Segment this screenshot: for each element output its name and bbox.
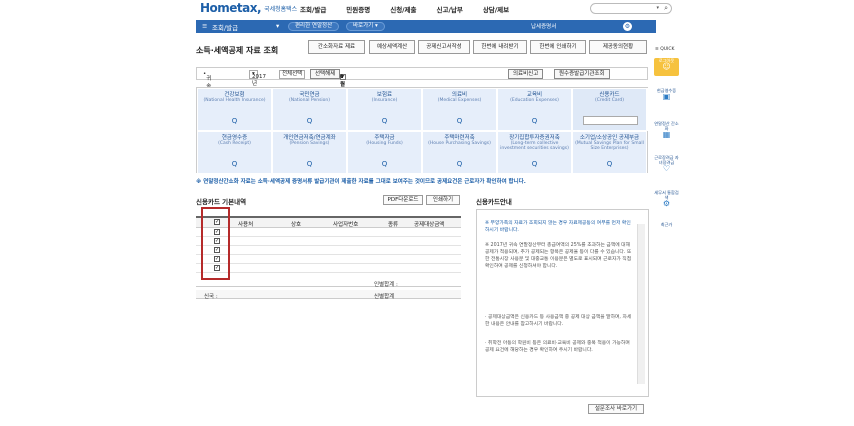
- menu-certificate[interactable]: 민원증명: [336, 4, 380, 14]
- medical-report-button[interactable]: 의료비신고: [508, 69, 544, 79]
- logo-text: Hometax,: [200, 1, 262, 15]
- calculator-icon: ▦: [662, 130, 671, 139]
- person-icon: ☺: [662, 62, 671, 71]
- year-select[interactable]: 2017년 ▾: [249, 70, 266, 87]
- search-icon[interactable]: Q: [198, 160, 271, 168]
- tab-print-all[interactable]: 한번에 인쇄하기: [530, 40, 586, 54]
- search-icon[interactable]: Q: [573, 160, 646, 168]
- menu-filing[interactable]: 신고/납부: [427, 4, 473, 14]
- credit-section-title: 신용카드 기본내역: [196, 198, 247, 206]
- category-health-insurance[interactable]: 건강보험 (National Health Insurance) Q: [197, 88, 272, 131]
- tab-tax-estimate[interactable]: 예상세액계산: [369, 40, 415, 54]
- shortcut-dropdown[interactable]: 바로가기 ▾: [346, 22, 385, 31]
- quick-work-incentive[interactable]: 근로장려금 자녀장려금 ♡: [654, 155, 679, 173]
- chevron-down-icon[interactable]: ▾: [276, 22, 279, 30]
- table-header: ✓ 사용처 상호 사업자번호 종류 공제대상금액: [196, 218, 461, 228]
- quick-year-end[interactable]: 연말정산 간소화 ▦: [654, 121, 679, 139]
- menu-toggle-icon[interactable]: ≡: [202, 22, 207, 30]
- credit-card-input[interactable]: [583, 116, 638, 125]
- deduction-category-grid: 건강보험 (National Health Insurance) Q 국민연금 (Na…: [196, 87, 649, 174]
- tab-simplified-data[interactable]: 간소화자료 제료: [308, 40, 365, 54]
- search-icon[interactable]: Q: [273, 160, 346, 168]
- menu-consult[interactable]: 상담/제보: [473, 4, 519, 14]
- table-row[interactable]: ✓: [196, 237, 461, 246]
- tax-certificate-link[interactable]: 납세증명서: [531, 22, 556, 30]
- category-small-business[interactable]: 소기업/소상공인 공제부금 (Mutual Savings Plan for Sm…: [572, 131, 647, 174]
- guide-scrollbar[interactable]: [637, 224, 645, 384]
- table-row[interactable]: ✓: [196, 255, 461, 264]
- category-house-savings[interactable]: 주택마련저축 (House Purchasing Savings) Q: [422, 131, 497, 174]
- deselect-button[interactable]: 선택해제: [310, 69, 341, 79]
- table-row[interactable]: ✓: [196, 228, 461, 237]
- search-icon[interactable]: Q: [273, 117, 346, 125]
- category-long-term-investment[interactable]: 장기집합투자증권저축 (Long-term collective investme…: [497, 131, 572, 174]
- hometax-logo[interactable]: Hometax, 국세청홈택스: [200, 1, 297, 15]
- subtotal-row: 인별합계 :: [196, 278, 461, 288]
- pdf-download-button[interactable]: PDF다운로드: [383, 195, 423, 205]
- quick-tax-office[interactable]: 세무서 통합검색 ⚙: [654, 190, 679, 208]
- top-menu: 조회/발급 민원증명 신청/제출 신고/납부 상담/제보: [290, 4, 519, 14]
- guide-paragraph: ※ 부양가족의 자료가 조회되지 않는 경우 자료제공동의 여부를 먼저 확인하…: [485, 221, 631, 233]
- guide-title: 신용카드안내: [476, 198, 512, 206]
- tab-deduction-form[interactable]: 공제신고서작성: [418, 40, 470, 54]
- menu-inquiry[interactable]: 조회/발급: [290, 4, 336, 14]
- category-pension-savings[interactable]: 개인연금저축/연금계좌 (Pension Savings) Q: [272, 131, 347, 174]
- shortcut-year-end[interactable]: 편리한 연말정산: [288, 22, 340, 31]
- category-national-pension[interactable]: 국민연금 (National Pension) Q: [272, 88, 347, 131]
- search-icon[interactable]: Q: [498, 117, 571, 125]
- survey-button[interactable]: 설문조사 바로가기: [588, 404, 644, 414]
- year-label: • 귀속년도: [203, 71, 212, 106]
- sub-navigation-bar: ≡ 조회/발급 ▾ 편리한 연말정산 바로가기 ▾ 납세증명서 ⚙: [196, 20, 656, 33]
- quick-cash-receipt[interactable]: 현금영수증 ▣: [654, 88, 679, 106]
- notice-text: ※ 연말정산간소화 자료는 소득·세액공제 증명서류 발급기관이 제출한 자료를…: [196, 179, 526, 185]
- table-row[interactable]: ✓: [196, 264, 461, 273]
- search-select[interactable]: ▾: [656, 5, 659, 11]
- quick-top[interactable]: 최근가: [654, 222, 679, 240]
- search-icon[interactable]: Q: [348, 117, 421, 125]
- page-title: 소득·세액공제 자료 조회: [196, 46, 279, 55]
- menu-application[interactable]: 신청/제출: [380, 4, 426, 14]
- current-menu-label[interactable]: 조회/발급: [212, 22, 238, 32]
- search-icon[interactable]: Q: [423, 117, 496, 125]
- search-icon[interactable]: Q: [198, 117, 271, 125]
- category-cash-receipt[interactable]: 현금영수증 (Cash Receipt) Q: [197, 131, 272, 174]
- search-icon[interactable]: Q: [348, 160, 421, 168]
- total-row: 신국 : 신별합계: [196, 290, 461, 300]
- select-all-button[interactable]: 전체선택: [279, 70, 306, 79]
- search-icon[interactable]: ⌕: [664, 4, 668, 13]
- category-credit-card[interactable]: 신용카드 (Credit Card): [572, 88, 647, 131]
- quick-menu-title: ≡ QUICK: [655, 47, 675, 52]
- grid-spacer: [647, 88, 649, 131]
- filter-bar: • 귀속년도 2017년 ▾ 전체선택 선택해제 ✓1월 ✓2월 ✓3월 ✓4월…: [196, 67, 648, 106]
- guide-paragraph: ※ 2017년 귀속 연말정산부터 총급여액의 25%를 초과하는 금액에 대해…: [485, 243, 632, 269]
- category-education[interactable]: 교육비 (Education Expenses) Q: [497, 88, 572, 131]
- receipt-institution-button[interactable]: 원수증발급기관조회: [554, 69, 610, 79]
- guide-paragraph: · 취학전 아동의 학원비 등은 의료비·교육비 공제와 중복 적용이 가능하며…: [485, 341, 630, 353]
- tab-consent-status[interactable]: 제공동의현황: [589, 40, 647, 54]
- print-button[interactable]: 인쇄하기: [426, 195, 460, 205]
- credit-card-guide: ※ 부양가족의 자료가 조회되지 않는 경우 자료제공동의 여부를 먼저 확인하…: [476, 209, 649, 397]
- search-input[interactable]: ▾ ⌕: [590, 3, 672, 14]
- quick-logout[interactable]: 로그아웃 ☺: [654, 58, 679, 76]
- table-row[interactable]: ✓: [196, 246, 461, 255]
- category-insurance[interactable]: 보험료 (Insurance) Q: [347, 88, 422, 131]
- receipt-icon: ▣: [662, 92, 671, 101]
- search-icon[interactable]: Q: [423, 160, 496, 168]
- gear-icon: ⚙: [662, 199, 671, 208]
- tab-download-all[interactable]: 한번에 내려받기: [473, 40, 527, 54]
- settings-icon[interactable]: ⚙: [623, 22, 632, 31]
- guide-paragraph: · 공제대상금액은 신용카드 등 사용금액 중 공제 대상 금액을 말하며, 자…: [485, 315, 632, 327]
- checkbox-highlight: [201, 207, 230, 280]
- heart-icon: ♡: [662, 164, 671, 173]
- category-medical[interactable]: 의료비 (Medical Expenses) Q: [422, 88, 497, 131]
- category-housing-funds[interactable]: 주택자금 (Housing Funds) Q: [347, 131, 422, 174]
- search-icon[interactable]: Q: [498, 160, 571, 168]
- credit-card-table: ✓ 사용처 상호 사업자번호 종류 공제대상금액 ✓ ✓ ✓ ✓ ✓ 인별합계 …: [196, 216, 461, 300]
